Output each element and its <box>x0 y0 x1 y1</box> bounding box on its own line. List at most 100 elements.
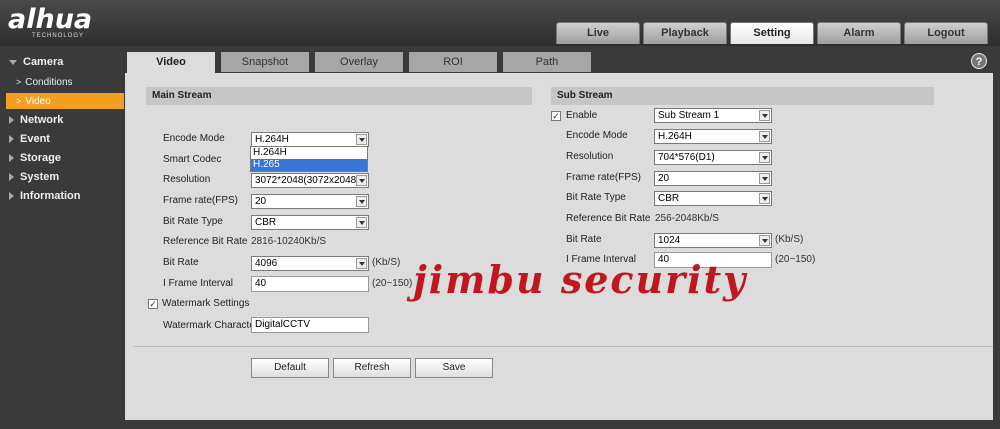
watermark-checkbox[interactable]: ✓ <box>148 299 158 309</box>
sidebar-label: Network <box>20 114 64 126</box>
top-nav: Live Playback Setting Alarm Logout <box>556 22 991 44</box>
select-value: CBR <box>255 217 277 228</box>
bit-rate-label: Bit Rate <box>163 257 199 268</box>
sub-stream-header: Sub Stream <box>551 87 934 105</box>
collapsed-arrow-icon <box>9 135 14 144</box>
main-stream-header: Main Stream <box>146 87 532 105</box>
main-resolution-select[interactable]: 3072*2048(3072x2048) <box>251 173 369 188</box>
ref-bit-rate-label: Reference Bit Rate <box>566 213 651 224</box>
bit-rate-type-label: Bit Rate Type <box>163 216 223 227</box>
sidebar-item-conditions[interactable]: > Conditions <box>6 74 124 90</box>
option-h265[interactable]: H.265 <box>251 159 367 171</box>
select-value: 20 <box>658 173 670 184</box>
sub-frame-rate-select[interactable]: 20 <box>654 171 772 186</box>
chevron-right-icon: > <box>16 96 22 106</box>
tab-video[interactable]: Video <box>127 52 215 73</box>
sidebar-label: System <box>20 171 60 183</box>
sub-stream-select[interactable]: Sub Stream 1 <box>654 108 772 123</box>
select-value: H.264H <box>255 134 289 145</box>
tab-overlay[interactable]: Overlay <box>315 52 403 72</box>
nav-live[interactable]: Live <box>556 22 640 44</box>
resolution-label: Resolution <box>566 151 614 162</box>
chevron-right-icon: > <box>16 77 22 87</box>
dahua-logo: alhua <box>8 4 93 35</box>
main-iframe-interval-input[interactable]: 40 <box>251 276 369 292</box>
dropdown-arrow-icon[interactable] <box>759 152 770 163</box>
sidebar-item-video[interactable]: > Video <box>6 93 124 109</box>
dropdown-arrow-icon[interactable] <box>356 217 367 228</box>
bit-rate-type-label: Bit Rate Type <box>566 192 626 203</box>
sidebar-item-event[interactable]: Event <box>0 133 125 145</box>
bit-rate-unit: (Kb/S) <box>775 234 804 245</box>
ref-bit-rate-value: 256-2048Kb/S <box>655 213 719 224</box>
option-h264h[interactable]: H.264H <box>251 147 367 159</box>
divider <box>133 346 993 347</box>
sidebar-label: Video <box>25 96 51 107</box>
sub-resolution-select[interactable]: 704*576(D1) <box>654 150 772 165</box>
refresh-button[interactable]: Refresh <box>333 358 411 378</box>
tab-roi[interactable]: ROI <box>409 52 497 72</box>
dropdown-arrow-icon[interactable] <box>356 258 367 269</box>
tab-snapshot[interactable]: Snapshot <box>221 52 309 72</box>
select-value: Sub Stream 1 <box>658 110 720 121</box>
encode-mode-label: Encode Mode <box>163 133 225 144</box>
sidebar-label: Information <box>20 190 81 202</box>
iframe-range: (20~150) <box>775 254 816 265</box>
overlay-watermark-text: jimbu security <box>413 257 748 302</box>
sidebar-item-system[interactable]: System <box>0 171 125 183</box>
dropdown-arrow-icon[interactable] <box>356 196 367 207</box>
expanded-arrow-icon <box>9 59 17 65</box>
enable-label: Enable <box>566 110 598 121</box>
main-bit-rate-select[interactable]: 4096 <box>251 256 369 271</box>
dropdown-arrow-icon[interactable] <box>759 235 770 246</box>
collapsed-arrow-icon <box>9 154 14 163</box>
dropdown-arrow-icon[interactable] <box>759 193 770 204</box>
sidebar-label: Conditions <box>25 77 73 88</box>
encode-mode-options: H.264H H.265 <box>250 146 368 172</box>
dropdown-arrow-icon[interactable] <box>759 131 770 142</box>
dropdown-arrow-icon[interactable] <box>356 175 367 186</box>
collapsed-arrow-icon <box>9 192 14 201</box>
sidebar-item-storage[interactable]: Storage <box>0 152 125 164</box>
dropdown-arrow-icon[interactable] <box>356 134 367 145</box>
top-header: alhua TECHNOLOGY Live Playback Setting A… <box>0 0 1000 46</box>
settings-tabs: Video Snapshot Overlay ROI Path <box>127 52 597 73</box>
dropdown-arrow-icon[interactable] <box>759 110 770 121</box>
nav-setting[interactable]: Setting <box>730 22 814 44</box>
smart-codec-label: Smart Codec <box>163 154 222 165</box>
select-value: CBR <box>658 193 680 204</box>
main-frame-rate-select[interactable]: 20 <box>251 194 369 209</box>
ref-bit-rate-value: 2816-10240Kb/S <box>251 236 327 247</box>
bit-rate-unit: (Kb/S) <box>372 257 401 268</box>
sub-bit-rate-type-select[interactable]: CBR <box>654 191 772 206</box>
sidebar-label: Storage <box>20 152 61 164</box>
sub-encode-mode-select[interactable]: H.264H <box>654 129 772 144</box>
sidebar-item-information[interactable]: Information <box>0 190 125 202</box>
default-button[interactable]: Default <box>251 358 329 378</box>
nav-logout[interactable]: Logout <box>904 22 988 44</box>
nav-playback[interactable]: Playback <box>643 22 727 44</box>
watermark-character-label: Watermark Character <box>163 320 259 331</box>
tab-path[interactable]: Path <box>503 52 591 72</box>
watermark-character-input[interactable]: DigitalCCTV <box>251 317 369 333</box>
help-icon[interactable]: ? <box>971 53 987 69</box>
iframe-interval-label: I Frame Interval <box>163 278 234 289</box>
sub-bit-rate-select[interactable]: 1024 <box>654 233 772 248</box>
select-value: 4096 <box>255 258 278 269</box>
nav-alarm[interactable]: Alarm <box>817 22 901 44</box>
main-encode-mode-select[interactable]: H.264H <box>251 132 369 147</box>
main-bit-rate-type-select[interactable]: CBR <box>251 215 369 230</box>
sidebar-item-network[interactable]: Network <box>0 114 125 126</box>
sidebar-item-camera[interactable]: Camera <box>0 56 125 68</box>
dropdown-arrow-icon[interactable] <box>759 173 770 184</box>
enable-checkbox[interactable]: ✓ <box>551 111 561 121</box>
sidebar-label: Event <box>20 133 50 145</box>
select-value: 20 <box>255 196 267 207</box>
save-button[interactable]: Save <box>415 358 493 378</box>
iframe-range: (20~150) <box>372 278 413 289</box>
frame-rate-label: Frame rate(FPS) <box>163 195 239 206</box>
resolution-label: Resolution <box>163 174 211 185</box>
collapsed-arrow-icon <box>9 116 14 125</box>
select-value: 704*576(D1) <box>658 152 715 163</box>
collapsed-arrow-icon <box>9 173 14 182</box>
